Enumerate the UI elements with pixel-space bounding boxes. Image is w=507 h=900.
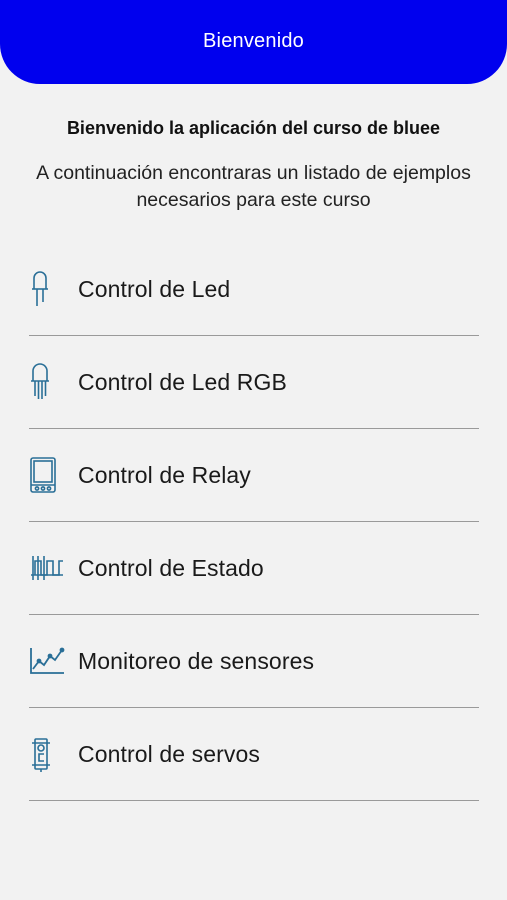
welcome-subtitle: A continuación encontraras un listado de… xyxy=(36,162,471,211)
led-icon xyxy=(29,269,65,309)
state-signal-icon xyxy=(29,548,65,588)
examples-menu: Control de Led Control de Led RGB Contro… xyxy=(29,243,479,801)
relay-icon xyxy=(29,455,65,495)
menu-item-label: Control de Relay xyxy=(78,461,251,488)
menu-item-control-led-rgb[interactable]: Control de Led RGB xyxy=(29,336,479,429)
app-bar: Bienvenido xyxy=(0,0,507,84)
menu-item-label: Monitoreo de sensores xyxy=(78,647,315,674)
menu-item-label: Control de servos xyxy=(78,740,260,767)
menu-item-monitoreo-sensores[interactable]: Monitoreo de sensores xyxy=(29,615,479,708)
menu-item-label: Control de Estado xyxy=(78,554,264,581)
rgb-led-icon xyxy=(29,362,65,402)
menu-item-label: Control de Led xyxy=(78,275,231,302)
sensor-chart-icon xyxy=(29,641,65,681)
menu-item-control-servos[interactable]: Control de servos xyxy=(29,708,479,801)
app-bar-title: Bienvenido xyxy=(203,29,304,52)
menu-item-control-led[interactable]: Control de Led xyxy=(29,243,479,336)
menu-item-control-estado[interactable]: Control de Estado xyxy=(29,522,479,615)
servo-icon xyxy=(29,734,65,774)
menu-item-control-relay[interactable]: Control de Relay xyxy=(29,429,479,522)
welcome-heading: Bienvenido la aplicación del curso de bl… xyxy=(66,118,441,138)
menu-item-label: Control de Led RGB xyxy=(78,368,287,395)
